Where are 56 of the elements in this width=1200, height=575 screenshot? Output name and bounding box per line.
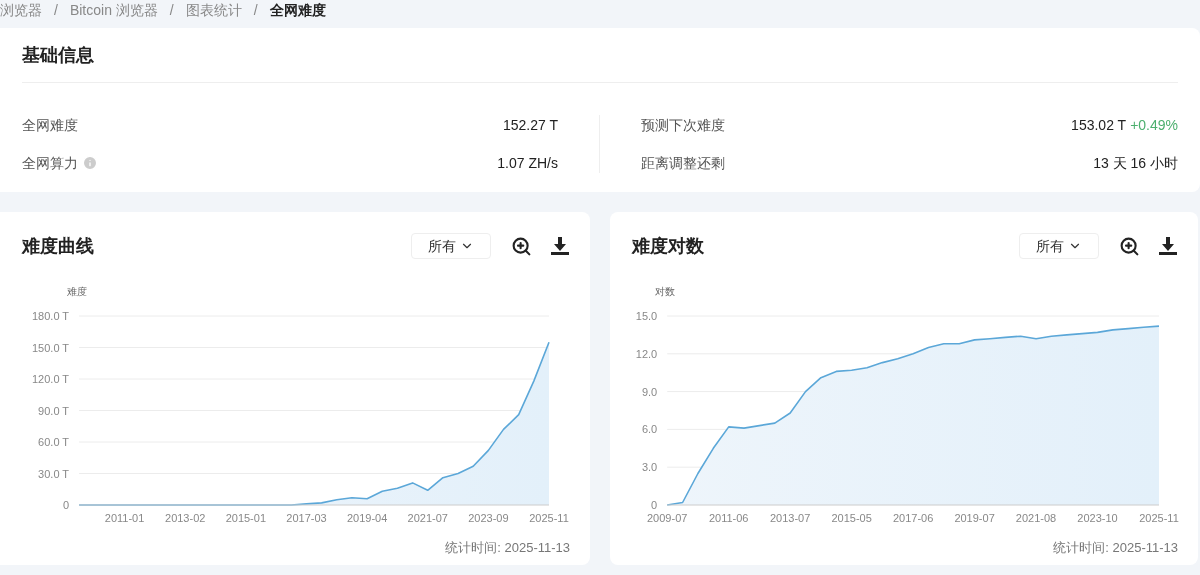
stat-value: 13 天 16 小时 xyxy=(1093,153,1178,173)
axis-tick-label: 0 xyxy=(62,499,70,511)
axis-tick-label: 2019-07 xyxy=(954,512,995,524)
download-icon[interactable] xyxy=(550,236,570,256)
breadcrumb-separator: / xyxy=(53,0,59,20)
axis-tick-label: 2013-07 xyxy=(769,512,811,524)
axis-tick-label: 150.0 T xyxy=(32,341,70,354)
stat-label: 距离调整还剩 xyxy=(641,153,725,173)
axis-tick-label: 2023-10 xyxy=(1077,512,1118,524)
breadcrumb-separator: / xyxy=(252,0,259,20)
stat-label: 全网算力 xyxy=(22,153,78,173)
card-title: 难度曲线 xyxy=(22,234,95,258)
stat-label: 预测下次难度 xyxy=(641,115,725,135)
axis-tick-label: 2025-11 xyxy=(529,512,569,524)
download-icon[interactable] xyxy=(1158,236,1178,256)
axis-tick-label: 0 xyxy=(651,499,658,511)
stat-value: 152.27 T xyxy=(503,115,558,135)
axis-title: 对数 xyxy=(655,286,676,297)
axis-tick-label: 30.0 T xyxy=(38,467,70,480)
axis-tick-label: 2017-06 xyxy=(892,512,934,524)
stats-time: 统计时间: 2025-11-13 xyxy=(1053,539,1178,557)
axis-tick-label: 2021-07 xyxy=(407,512,448,524)
axis-tick-label: 2019-04 xyxy=(346,512,388,524)
axis-tick-label: 15.0 xyxy=(635,310,658,322)
zoom-in-icon[interactable] xyxy=(511,235,532,257)
axis-tick-label: 12.0 xyxy=(635,347,658,360)
axis-tick-label: 2015-01 xyxy=(225,512,267,524)
axis-tick-label: 3.0 xyxy=(641,461,658,474)
stat-label: 全网难度 xyxy=(22,115,78,135)
axis-tick-label: 9.0 xyxy=(641,385,658,398)
axis-tick-label: 2013-02 xyxy=(165,512,206,524)
axis-tick-label: 2017-03 xyxy=(286,512,327,524)
axis-tick-label: 2011-06 xyxy=(708,512,749,524)
card-title: 基础信息 xyxy=(22,43,94,67)
axis-tick-label: 2023-09 xyxy=(468,512,509,524)
axis-tick-label: 180.0 T xyxy=(32,310,70,322)
axis-tick-label: 2015-05 xyxy=(831,512,872,524)
stat-value: 153.02 T xyxy=(1071,115,1127,135)
card-title: 难度对数 xyxy=(632,234,705,258)
change-value: +0.49% xyxy=(1130,115,1178,135)
axis-tick-label: 60.0 T xyxy=(38,436,70,448)
range-dropdown[interactable]: 所有 xyxy=(1019,233,1099,259)
axis-tick-label: 2009-07 xyxy=(647,512,688,524)
zoom-in-icon[interactable] xyxy=(1119,235,1140,257)
stat-value: 1.07 ZH/s xyxy=(497,153,558,173)
axis-tick-label: 120.0 T xyxy=(32,373,70,385)
axis-tick-label: 2025-11 xyxy=(1139,512,1179,524)
axis-title: 难度 xyxy=(67,286,88,297)
breadcrumb-link[interactable]: 全网难度 xyxy=(269,0,326,21)
axis-tick-label: 2011-01 xyxy=(104,512,145,524)
axis-tick-label: 2021-08 xyxy=(1015,512,1057,524)
range-dropdown[interactable]: 所有 xyxy=(411,233,491,259)
breadcrumb-separator: / xyxy=(168,0,175,20)
stats-time: 统计时间: 2025-11-13 xyxy=(445,539,570,557)
axis-tick-label: 90.0 T xyxy=(38,404,70,417)
axis-tick-label: 6.0 xyxy=(641,423,658,436)
